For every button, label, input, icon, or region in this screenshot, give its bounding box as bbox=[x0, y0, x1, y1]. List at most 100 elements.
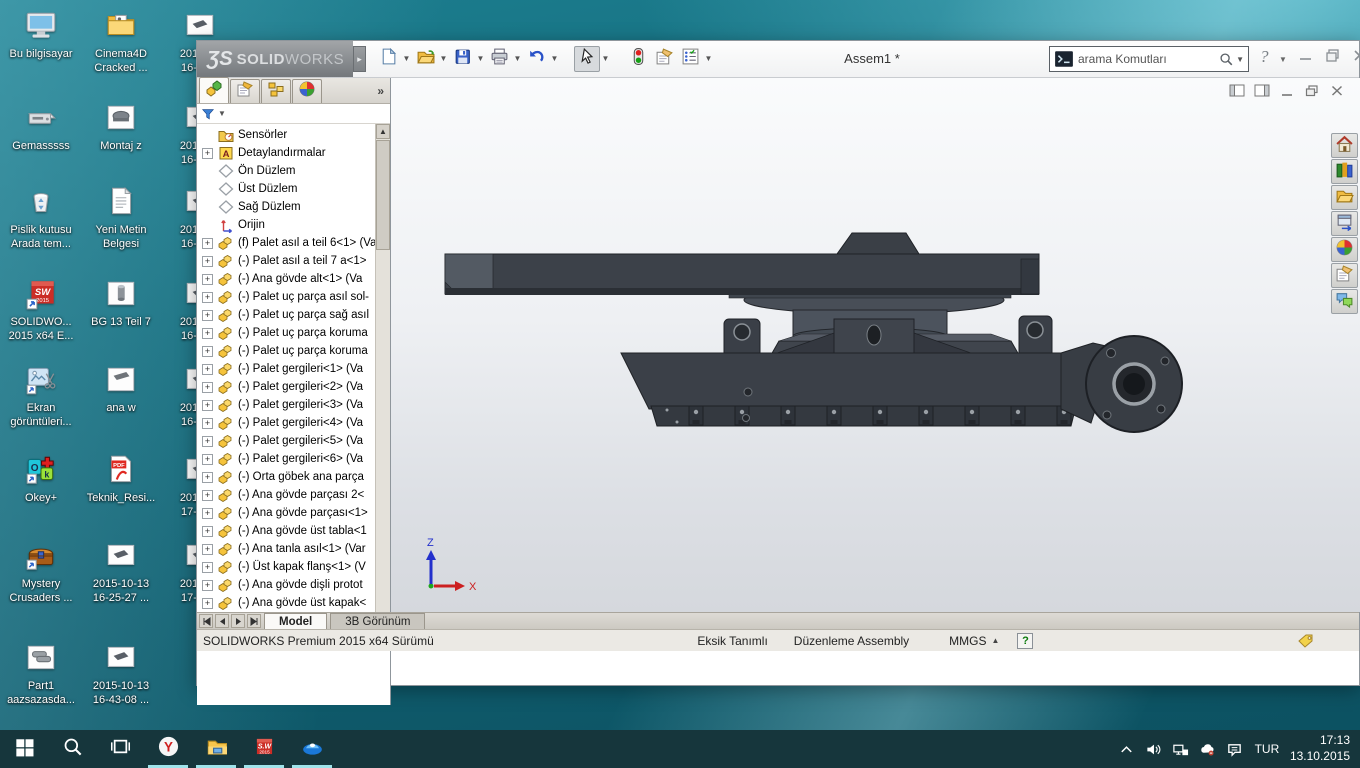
options-button[interactable] bbox=[677, 46, 703, 72]
tab-nav-next[interactable] bbox=[231, 614, 245, 628]
tab-property-manager[interactable] bbox=[230, 79, 260, 103]
desktop-icon-bg-13-teil-7[interactable]: BG 13 Teil 7 bbox=[82, 276, 160, 330]
desktop-icon-mystery[interactable]: MysteryCrusaders ... bbox=[2, 538, 80, 606]
tab-nav-last[interactable] bbox=[247, 614, 261, 628]
tab-model[interactable]: Model bbox=[264, 613, 327, 630]
expander-plus[interactable]: + bbox=[202, 400, 213, 411]
help-button[interactable]: ? bbox=[1260, 47, 1269, 67]
taskbar-search-button[interactable] bbox=[48, 730, 96, 768]
units-selector[interactable]: MMGS▲ bbox=[949, 634, 999, 648]
doc-pane-left-button[interactable] bbox=[1229, 84, 1245, 103]
tray-action-center-icon[interactable] bbox=[1221, 730, 1248, 768]
new-document-dropdown-caret[interactable]: ▼ bbox=[401, 46, 412, 72]
taskpane-comments-button[interactable] bbox=[1331, 289, 1358, 314]
taskbar-yandex-disk-button[interactable] bbox=[288, 730, 336, 768]
tree-item[interactable]: +(-) Orta göbek ana parça bbox=[197, 468, 375, 486]
tree-item[interactable]: +(-) Palet uç parça koruma bbox=[197, 324, 375, 342]
tray-cloud-icon[interactable] bbox=[1194, 730, 1221, 768]
tree-item[interactable]: +(-) Ana gövde dişli protot bbox=[197, 576, 375, 594]
tray-network-icon[interactable] bbox=[1167, 730, 1194, 768]
expander-plus[interactable]: + bbox=[202, 562, 213, 573]
tree-vertical-scrollbar[interactable]: ▲ ▼ bbox=[375, 124, 390, 634]
tab-nav-first[interactable] bbox=[199, 614, 213, 628]
open-dropdown-caret[interactable]: ▼ bbox=[438, 46, 449, 72]
graphics-viewport[interactable]: Z X bbox=[391, 78, 1360, 612]
expander-plus[interactable]: + bbox=[202, 346, 213, 357]
expander-plus[interactable]: + bbox=[202, 382, 213, 393]
language-indicator[interactable]: TUR bbox=[1248, 742, 1286, 756]
tree-item[interactable]: Ön Düzlem bbox=[197, 162, 375, 180]
expander-plus[interactable]: + bbox=[202, 418, 213, 429]
tray-volume-icon[interactable] bbox=[1140, 730, 1167, 768]
tree-item[interactable]: Orijin bbox=[197, 216, 375, 234]
tags-icon[interactable] bbox=[1297, 633, 1315, 649]
tree-filter[interactable]: ▼ bbox=[197, 104, 390, 124]
tree-item[interactable]: Sağ Düzlem bbox=[197, 198, 375, 216]
taskpane-home-button[interactable] bbox=[1331, 133, 1358, 158]
restore-button[interactable] bbox=[1324, 47, 1341, 64]
taskbar-task-view-button[interactable] bbox=[96, 730, 144, 768]
desktop-icon-bu-bilgisayar[interactable]: Bu bilgisayar bbox=[2, 8, 80, 62]
select-button[interactable] bbox=[574, 46, 600, 72]
minimize-button[interactable] bbox=[1297, 47, 1314, 64]
tree-item[interactable]: +(-) Ana gövde parçası 2< bbox=[197, 486, 375, 504]
tree-item[interactable]: +(-) Palet gergileri<3> (Va bbox=[197, 396, 375, 414]
tab-feature-manager[interactable] bbox=[199, 77, 229, 103]
tray-chevron-up-icon[interactable] bbox=[1113, 730, 1140, 768]
tree-item[interactable]: +(-) Palet gergileri<5> (Va bbox=[197, 432, 375, 450]
clock[interactable]: 17:13 13.10.2015 bbox=[1290, 733, 1350, 764]
tree-item[interactable]: +ADetaylandırmalar bbox=[197, 144, 375, 162]
rebuild-traffic-light-button[interactable] bbox=[625, 46, 651, 72]
expander-plus[interactable]: + bbox=[202, 436, 213, 447]
tree-item[interactable]: +(-) Ana gövde alt<1> (Va bbox=[197, 270, 375, 288]
expander-plus[interactable]: + bbox=[202, 256, 213, 267]
tree-item[interactable]: +(-) Palet asıl a teil 7 a<1> bbox=[197, 252, 375, 270]
expander-plus[interactable]: + bbox=[202, 238, 213, 249]
expander-plus[interactable]: + bbox=[202, 364, 213, 375]
close-button[interactable] bbox=[1351, 47, 1360, 64]
expander-plus[interactable]: + bbox=[202, 454, 213, 465]
taskpane-design-library-button[interactable] bbox=[1331, 185, 1358, 210]
tree-item[interactable]: +(-) Ana gövde parçası<1> bbox=[197, 504, 375, 522]
save-dropdown-caret[interactable]: ▼ bbox=[475, 46, 486, 72]
new-document-button[interactable] bbox=[375, 46, 401, 72]
taskpane-appearances-button[interactable] bbox=[1331, 263, 1358, 288]
tab-nav-prev[interactable] bbox=[215, 614, 229, 628]
tree-item[interactable]: +(-) Ana tanla asıl<1> (Var bbox=[197, 540, 375, 558]
taskbar-yandex-browser-button[interactable]: Y bbox=[144, 730, 192, 768]
tab-display-manager[interactable] bbox=[292, 79, 322, 103]
tree-item[interactable]: +(-) Palet gergileri<4> (Va bbox=[197, 414, 375, 432]
panel-expand-chevrons[interactable]: » bbox=[377, 84, 384, 98]
search-icon[interactable] bbox=[1218, 51, 1234, 67]
desktop-icon-2015-10-13[interactable]: 2015-10-1316-25-27 ... bbox=[82, 538, 160, 606]
expander-plus[interactable]: + bbox=[202, 508, 213, 519]
search-caret[interactable]: ▼ bbox=[1236, 55, 1244, 64]
desktop-icon-pislik-kutusu[interactable]: Pislik kutusuArada tem... bbox=[2, 184, 80, 252]
scroll-up-arrow[interactable]: ▲ bbox=[376, 124, 390, 139]
taskpane-web-button[interactable] bbox=[1331, 237, 1358, 262]
taskbar-solidworks-button[interactable]: S.W2015 bbox=[240, 730, 288, 768]
desktop-icon-cinema4d[interactable]: Cinema4DCracked ... bbox=[82, 8, 160, 76]
expander-plus[interactable]: + bbox=[202, 328, 213, 339]
assembly-model[interactable]: Z X bbox=[391, 78, 1360, 612]
doc-minimize-button[interactable] bbox=[1279, 84, 1295, 103]
taskbar-explorer-button[interactable] bbox=[192, 730, 240, 768]
menu-flyout-button[interactable]: ▸ bbox=[353, 46, 366, 72]
desktop-icon-okey-[interactable]: OkOkey+ bbox=[2, 452, 80, 506]
desktop-icon-montaj-z[interactable]: Montaj z bbox=[82, 100, 160, 154]
desktop-icon-gemasssss[interactable]: Gemasssss bbox=[2, 100, 80, 154]
expander-plus[interactable]: + bbox=[202, 310, 213, 321]
edit-appearance-button[interactable] bbox=[651, 46, 677, 72]
expander-plus[interactable]: + bbox=[202, 580, 213, 591]
undo-dropdown-caret[interactable]: ▼ bbox=[549, 46, 560, 72]
tree-item[interactable]: +(-) Palet uç parça koruma bbox=[197, 342, 375, 360]
tab-configuration-manager[interactable] bbox=[261, 79, 291, 103]
expander-plus[interactable]: + bbox=[202, 544, 213, 555]
tree-item[interactable]: +(-) Ana gövde üst kapak< bbox=[197, 594, 375, 612]
save-button[interactable] bbox=[449, 46, 475, 72]
select-dropdown-caret[interactable]: ▼ bbox=[600, 46, 611, 72]
tree-item[interactable]: +(-) Üst kapak flanş<1> (V bbox=[197, 558, 375, 576]
tree-item[interactable]: +(-) Palet uç parça sağ asıl bbox=[197, 306, 375, 324]
desktop-icon-yeni-metin[interactable]: Yeni MetinBelgesi bbox=[82, 184, 160, 252]
doc-close-button[interactable] bbox=[1329, 84, 1345, 103]
